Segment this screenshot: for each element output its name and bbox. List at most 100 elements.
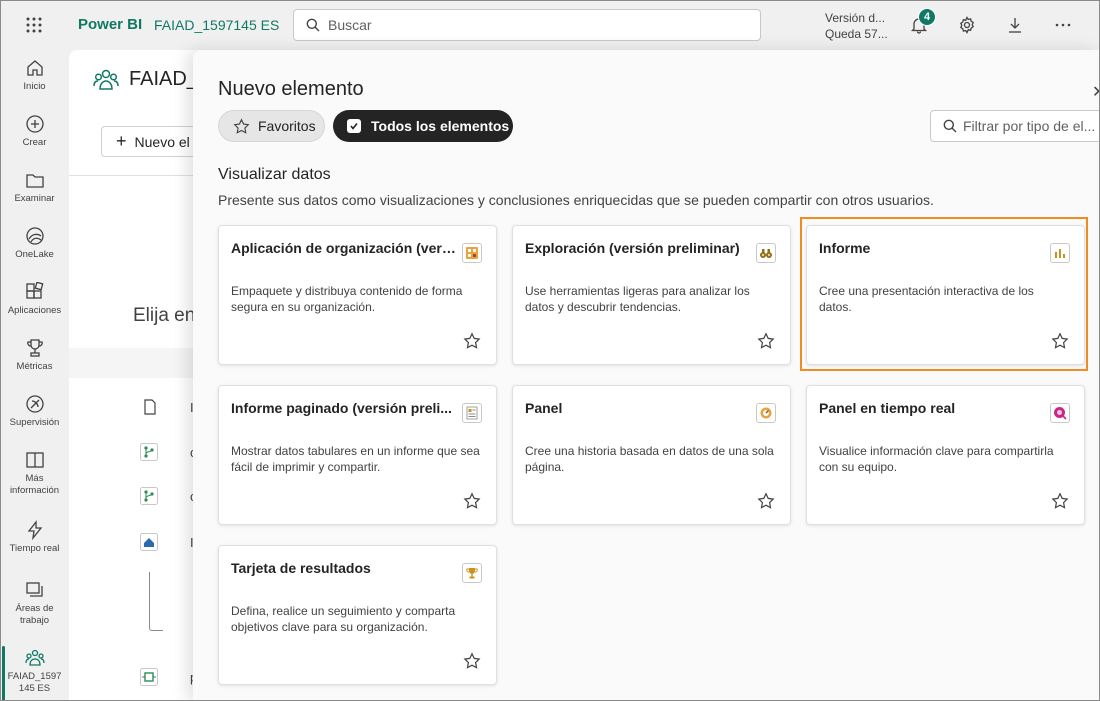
section-description: Presente sus datos como visualizaciones … bbox=[218, 192, 934, 208]
tab-label: Todos los elementos bbox=[371, 118, 510, 134]
folder-icon bbox=[25, 174, 44, 188]
realtime-dashboard-icon bbox=[1050, 403, 1070, 423]
org-app-icon bbox=[462, 243, 482, 263]
dataflow-icon bbox=[140, 668, 158, 686]
item-card-panel[interactable]: Panel Cree una historia basada en datos … bbox=[512, 385, 791, 525]
report-icon bbox=[1050, 243, 1070, 263]
card-title: Panel en tiempo real bbox=[819, 400, 956, 416]
list-header-band bbox=[69, 348, 199, 378]
onelake-icon bbox=[25, 227, 44, 245]
nav-item-current-workspace[interactable]: FAIAD_1597 145 ES bbox=[0, 648, 69, 695]
nav-label: Más bbox=[25, 473, 44, 484]
nav-label: Tiempo real bbox=[9, 543, 60, 554]
card-description: Defina, realice un seguimiento y compart… bbox=[231, 604, 456, 634]
nav-item-inicio[interactable]: Inicio bbox=[0, 58, 69, 93]
file-icon bbox=[141, 398, 159, 416]
binoculars-icon bbox=[756, 243, 776, 263]
nav-item-onelake[interactable]: OneLake bbox=[0, 226, 69, 261]
close-icon[interactable]: ✕ bbox=[1092, 82, 1100, 102]
brand-name[interactable]: Power BI bbox=[78, 16, 142, 33]
search-icon bbox=[943, 119, 957, 133]
nav-item-examinar[interactable]: Examinar bbox=[0, 170, 69, 205]
global-search[interactable] bbox=[293, 9, 761, 41]
workspace-people-icon bbox=[93, 67, 119, 93]
tab-favoritos[interactable]: Favoritos bbox=[218, 110, 325, 142]
trophy-icon bbox=[26, 339, 43, 357]
panel-title: Nuevo elemento bbox=[218, 78, 364, 100]
nav-item-supervision[interactable]: Supervisión bbox=[0, 394, 69, 429]
card-description: Visualice información clave para compart… bbox=[819, 444, 1054, 474]
workspaces-icon bbox=[25, 582, 43, 597]
pipeline-icon bbox=[140, 487, 158, 505]
nav-label: Métricas bbox=[16, 361, 53, 372]
item-card-informe[interactable]: Informe Cree una presentación interactiv… bbox=[806, 225, 1085, 365]
nav-label: Aplicaciones bbox=[7, 305, 62, 316]
nav-item-tiempo-real[interactable]: Tiempo real bbox=[0, 520, 69, 555]
pipeline-icon bbox=[140, 443, 158, 461]
gear-icon[interactable] bbox=[956, 14, 978, 36]
dashboard-icon bbox=[756, 403, 776, 423]
star-icon[interactable] bbox=[757, 492, 775, 510]
tree-connector bbox=[149, 572, 163, 631]
divider bbox=[69, 175, 199, 176]
star-icon[interactable] bbox=[463, 332, 481, 350]
lightning-icon bbox=[27, 520, 42, 540]
star-icon[interactable] bbox=[463, 652, 481, 670]
choose-prompt: Elija en bbox=[133, 305, 196, 326]
waffle-icon[interactable] bbox=[25, 16, 43, 34]
download-icon[interactable] bbox=[1004, 14, 1026, 36]
nav-item-areas-de-trabajo[interactable]: Áreas de trabajo bbox=[0, 580, 69, 627]
top-bar: Power BI FAIAD_1597145 ES Versión d... Q… bbox=[0, 0, 1100, 50]
item-card-exploracion[interactable]: Exploración (versión preliminar) Use her… bbox=[512, 225, 791, 365]
filter-item-type[interactable] bbox=[930, 110, 1100, 142]
card-title: Tarjeta de resultados bbox=[231, 560, 371, 576]
star-icon[interactable] bbox=[1051, 332, 1069, 350]
workspace-people-icon bbox=[24, 649, 45, 666]
nav-item-aplicaciones[interactable]: Aplicaciones bbox=[0, 282, 69, 317]
create-icon bbox=[25, 115, 44, 133]
star-icon[interactable] bbox=[463, 492, 481, 510]
nav-item-mas-informacion[interactable]: Más información bbox=[0, 450, 69, 497]
nav-label: Crear bbox=[22, 137, 47, 148]
card-title: Exploración (versión preliminar) bbox=[525, 240, 740, 256]
card-title: Panel bbox=[525, 400, 563, 416]
item-card-informe-paginado[interactable]: Informe paginado (versión preli... Mostr… bbox=[218, 385, 497, 525]
version-line: Versión d... bbox=[825, 11, 886, 25]
left-navigation: Inicio Crear Examinar OneLake Aplicacion… bbox=[0, 50, 69, 701]
search-input[interactable] bbox=[328, 17, 728, 33]
trial-version-info[interactable]: Versión d... Queda 57... bbox=[825, 10, 888, 42]
nav-label-line2: 145 ES bbox=[18, 683, 51, 694]
item-card-tarjeta-resultados[interactable]: Tarjeta de resultados Defina, realice un… bbox=[218, 545, 497, 685]
card-description: Cree una historia basada en datos de una… bbox=[525, 444, 774, 474]
workspace-breadcrumb[interactable]: FAIAD_1597145 ES bbox=[154, 17, 279, 33]
card-description: Mostrar datos tabulares en un informe qu… bbox=[231, 444, 480, 474]
star-icon[interactable] bbox=[757, 332, 775, 350]
trial-remaining-line: Queda 57... bbox=[825, 27, 888, 41]
book-icon bbox=[25, 452, 44, 468]
more-icon[interactable] bbox=[1052, 14, 1074, 36]
card-title: Informe paginado (versión preli... bbox=[231, 400, 452, 416]
item-card-panel-tiempo-real[interactable]: Panel en tiempo real Visualice informaci… bbox=[806, 385, 1085, 525]
item-card-aplicacion-organizacion[interactable]: Aplicación de organización (vers... Empa… bbox=[218, 225, 497, 365]
filter-input[interactable] bbox=[963, 118, 1100, 134]
nav-label: Examinar bbox=[14, 193, 55, 204]
nav-label: Áreas de bbox=[15, 603, 54, 614]
monitor-icon bbox=[25, 395, 44, 413]
paginated-report-icon bbox=[462, 403, 482, 423]
star-icon[interactable] bbox=[1051, 492, 1069, 510]
lakehouse-icon bbox=[140, 533, 158, 551]
workspace-title: FAIAD_ bbox=[129, 68, 198, 90]
nav-item-crear[interactable]: Crear bbox=[0, 114, 69, 149]
card-title: Aplicación de organización (vers... bbox=[231, 240, 456, 256]
section-title: Visualizar datos bbox=[218, 166, 331, 183]
nav-item-metricas[interactable]: Métricas bbox=[0, 338, 69, 373]
home-icon bbox=[26, 60, 43, 76]
card-description: Cree una presentación interactiva de los… bbox=[819, 284, 1034, 314]
tab-todos-los-elementos[interactable]: Todos los elementos bbox=[333, 110, 513, 142]
new-item-label: Nuevo el bbox=[134, 133, 190, 150]
nav-label-line2: trabajo bbox=[19, 615, 50, 626]
tab-label: Favoritos bbox=[258, 118, 316, 134]
nav-label: OneLake bbox=[15, 249, 54, 260]
checkmark-icon bbox=[347, 119, 361, 133]
nav-label: FAIAD_1597 bbox=[7, 671, 62, 682]
